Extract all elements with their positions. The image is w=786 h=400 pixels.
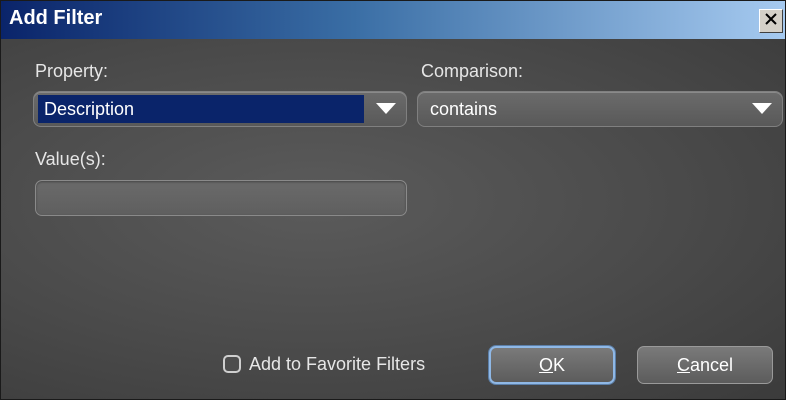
property-dropdown[interactable]: Description	[33, 91, 407, 127]
close-icon	[765, 12, 777, 30]
ok-button-label: OK	[538, 354, 566, 375]
values-input[interactable]	[35, 180, 407, 216]
property-label: Property:	[35, 61, 109, 81]
add-filter-dialog: Add Filter Property: Description Compari…	[0, 0, 786, 400]
chevron-down-icon	[752, 103, 772, 114]
cancel-button-label: Cancel	[676, 354, 734, 375]
cancel-button[interactable]: Cancel	[637, 346, 773, 384]
property-selected-value: Description	[38, 95, 364, 123]
favorite-filters-option[interactable]: Add to Favorite Filters	[223, 352, 425, 376]
comparison-selected-value: contains	[430, 99, 498, 119]
ok-button[interactable]: OK	[489, 346, 615, 384]
comparison-label: Comparison:	[421, 61, 524, 81]
favorite-filters-checkbox[interactable]	[223, 355, 241, 373]
comparison-dropdown[interactable]: contains	[417, 91, 783, 127]
values-label: Value(s):	[35, 149, 106, 169]
dialog-body: Property: Description Comparison: contai…	[1, 39, 785, 399]
window-title: Add Filter	[9, 7, 103, 29]
title-bar[interactable]: Add Filter	[1, 1, 785, 39]
chevron-down-icon	[376, 103, 396, 114]
close-button[interactable]	[759, 9, 783, 33]
favorite-filters-label: Add to Favorite Filters	[249, 353, 426, 374]
